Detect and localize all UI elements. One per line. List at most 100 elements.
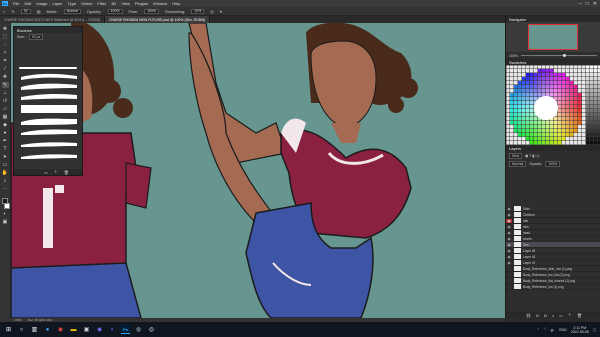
mode-select[interactable]: Normal <box>63 8 81 14</box>
swatch-cell[interactable] <box>514 133 518 137</box>
swatch-cell[interactable] <box>522 137 526 141</box>
swatch-cell[interactable] <box>514 129 518 133</box>
swatch-cell[interactable] <box>514 77 518 81</box>
swatch-cell[interactable] <box>522 129 526 133</box>
swatch-cell[interactable] <box>534 85 538 89</box>
swatch-cell[interactable] <box>510 129 514 133</box>
swatch-cell[interactable] <box>518 109 522 113</box>
swatch-cell[interactable] <box>586 93 590 97</box>
swatch-cell[interactable] <box>562 65 566 69</box>
swatch-cell[interactable] <box>538 129 542 133</box>
swatch-cell[interactable] <box>534 65 538 69</box>
swatch-cell[interactable] <box>594 65 598 69</box>
menu-file[interactable]: File <box>13 1 19 6</box>
path-select-icon[interactable]: ➤ <box>2 154 9 160</box>
swatch-cell[interactable] <box>534 89 538 93</box>
brush-preset-list[interactable] <box>17 67 81 167</box>
swatch-cell[interactable] <box>586 65 590 69</box>
swatch-cell[interactable] <box>566 65 570 69</box>
swatch-cell[interactable] <box>594 141 598 145</box>
swatch-cell[interactable] <box>594 81 598 85</box>
swatch-cell[interactable] <box>570 89 574 93</box>
swatch-cell[interactable] <box>506 73 510 77</box>
swatch-cell[interactable] <box>558 97 562 101</box>
swatch-cell[interactable] <box>554 77 558 81</box>
swatch-cell[interactable] <box>530 69 534 73</box>
swatch-cell[interactable] <box>558 125 562 129</box>
swatch-cell[interactable] <box>518 105 522 109</box>
swatch-cell[interactable] <box>506 141 510 145</box>
history-brush-icon[interactable]: ↺ <box>2 98 9 104</box>
swatch-cell[interactable] <box>558 121 562 125</box>
swatch-cell[interactable] <box>538 85 542 89</box>
swatch-cell[interactable] <box>594 73 598 77</box>
swatch-cell[interactable] <box>566 117 570 121</box>
swatch-cell[interactable] <box>554 129 558 133</box>
swatch-cell[interactable] <box>522 109 526 113</box>
swatch-cell[interactable] <box>522 141 526 145</box>
volume-icon[interactable]: 🔈 <box>551 328 555 332</box>
swatch-cell[interactable] <box>506 125 510 129</box>
color-wheel[interactable] <box>506 65 600 145</box>
swatch-cell[interactable] <box>538 69 542 73</box>
swatch-cell[interactable] <box>522 73 526 77</box>
layer-filter-kind[interactable]: Kind <box>509 153 523 159</box>
swatch-cell[interactable] <box>578 85 582 89</box>
swatch-cell[interactable] <box>590 125 594 129</box>
swatch-cell[interactable] <box>590 93 594 97</box>
swatch-cell[interactable] <box>570 85 574 89</box>
swatch-cell[interactable] <box>574 113 578 117</box>
swatch-cell[interactable] <box>510 65 514 69</box>
quick-select-icon[interactable]: ✧ <box>2 50 9 56</box>
swatch-cell[interactable] <box>518 69 522 73</box>
swatch-cell[interactable] <box>558 101 562 105</box>
swatch-cell[interactable] <box>562 81 566 85</box>
swatch-cell[interactable] <box>538 73 542 77</box>
swatch-cell[interactable] <box>510 141 514 145</box>
swatch-cell[interactable] <box>594 133 598 137</box>
swatch-cell[interactable] <box>506 97 510 101</box>
zoom-tool-icon[interactable]: ⌕ <box>2 178 9 184</box>
swatch-cell[interactable] <box>550 141 554 145</box>
swatch-cell[interactable] <box>526 93 530 97</box>
swatch-cell[interactable] <box>542 121 546 125</box>
swatch-cell[interactable] <box>574 105 578 109</box>
swatch-cell[interactable] <box>586 77 590 81</box>
swatch-cell[interactable] <box>578 117 582 121</box>
swatch-cell[interactable] <box>542 125 546 129</box>
swatch-cell[interactable] <box>558 113 562 117</box>
type-tool-icon[interactable]: T <box>2 146 9 152</box>
file-explorer-icon[interactable]: ▬ <box>69 325 78 334</box>
swatch-cell[interactable] <box>574 77 578 81</box>
zoom-slider-knob[interactable] <box>562 54 566 57</box>
swatch-cell[interactable] <box>526 77 530 81</box>
task-view-icon[interactable]: ▥ <box>30 325 39 334</box>
menu-3d[interactable]: 3D <box>111 1 116 6</box>
swatch-cell[interactable] <box>594 101 598 105</box>
swatch-cell[interactable] <box>518 73 522 77</box>
swatch-cell[interactable] <box>530 73 534 77</box>
swatch-cell[interactable] <box>590 89 594 93</box>
swatch-cell[interactable] <box>566 89 570 93</box>
swatch-cell[interactable] <box>530 65 534 69</box>
swatch-cell[interactable] <box>534 69 538 73</box>
menu-image[interactable]: Image <box>36 1 47 6</box>
swatch-cell[interactable] <box>582 133 586 137</box>
steam-icon[interactable]: ◍ <box>134 325 143 334</box>
move-tool-icon[interactable]: ✥ <box>2 26 9 32</box>
swatch-cell[interactable] <box>570 113 574 117</box>
brush-size-field[interactable]: 92 px <box>28 34 44 40</box>
pressure-icon[interactable]: ◎ <box>210 9 214 14</box>
swatch-cell[interactable] <box>546 65 550 69</box>
swatch-cell[interactable] <box>514 141 518 145</box>
swatch-cell[interactable] <box>538 121 542 125</box>
swatch-cell[interactable] <box>578 73 582 77</box>
swatch-cell[interactable] <box>542 141 546 145</box>
swatch-cell[interactable] <box>514 125 518 129</box>
language-indicator[interactable]: ENG <box>559 328 567 332</box>
swatch-cell[interactable] <box>578 101 582 105</box>
swatch-cell[interactable] <box>542 65 546 69</box>
swatch-cell[interactable] <box>542 89 546 93</box>
swatch-cell[interactable] <box>574 117 578 121</box>
visibility-eye-icon[interactable]: ◉ <box>506 218 512 223</box>
